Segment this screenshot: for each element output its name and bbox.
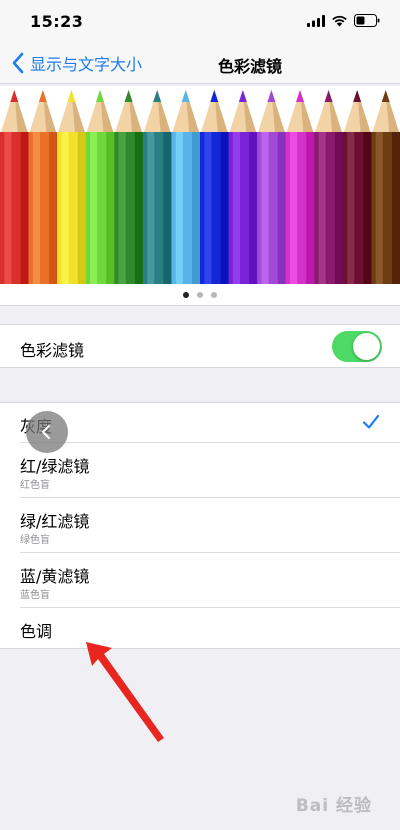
pencil <box>57 90 87 284</box>
cellular-signal-icon <box>307 14 325 27</box>
chevron-left-icon <box>42 425 50 439</box>
pencil <box>228 90 258 284</box>
color-filter-toggle-row: 色彩滤镜 <box>0 324 400 368</box>
pencil <box>257 90 287 284</box>
battery-icon <box>354 14 380 27</box>
pencil <box>85 90 115 284</box>
filter-option-green-red[interactable]: 绿/红滤镜 绿色盲 <box>20 498 400 553</box>
filter-option-title: 蓝/黄滤镜 <box>20 567 90 586</box>
color-filter-toggle-label: 色彩滤镜 <box>20 341 85 360</box>
pencil <box>200 90 230 284</box>
checkmark-icon <box>362 414 380 429</box>
color-filter-switch[interactable] <box>332 331 382 362</box>
filter-option-color-tint[interactable]: 色调 <box>20 608 400 648</box>
page-dot <box>183 291 189 298</box>
pencil <box>28 90 58 284</box>
filter-option-blue-yellow[interactable]: 蓝/黄滤镜 蓝色盲 <box>20 553 400 608</box>
pencil <box>285 90 315 284</box>
filter-option-red-green[interactable]: 红/绿滤镜 红色盲 <box>20 443 400 498</box>
page-dot <box>211 291 217 298</box>
filter-option-title: 色调 <box>20 622 53 641</box>
pencil <box>342 90 372 284</box>
status-bar: 15:23 <box>0 0 400 42</box>
navigation-bar: 显示与文字大小 色彩滤镜 <box>0 42 400 84</box>
pencil <box>171 90 201 284</box>
switch-knob <box>353 333 380 360</box>
page-title: 色彩滤镜 <box>217 57 282 76</box>
filter-option-subtitle: 绿色盲 <box>20 535 50 546</box>
filter-option-title: 绿/红滤镜 <box>20 512 90 531</box>
pencil <box>0 90 30 284</box>
filter-option-grayscale[interactable]: 灰度 <box>20 403 400 443</box>
floating-back-button[interactable] <box>26 411 68 453</box>
pencil <box>314 90 344 284</box>
watermark: Bai 经验 <box>295 796 372 816</box>
pencil <box>114 90 144 284</box>
carousel-page-indicator <box>0 284 400 306</box>
color-pencils-illustration <box>0 90 400 284</box>
pencil <box>371 90 400 284</box>
wifi-icon <box>332 15 347 26</box>
pencil <box>142 90 172 284</box>
filter-option-subtitle: 红色盲 <box>20 480 50 491</box>
color-pencils-preview-image <box>0 86 400 284</box>
filter-option-title: 红/绿滤镜 <box>20 457 90 476</box>
filter-option-subtitle: 蓝色盲 <box>20 590 50 601</box>
page-dot <box>197 291 203 298</box>
status-icons <box>307 14 380 27</box>
status-time: 15:23 <box>30 12 84 31</box>
